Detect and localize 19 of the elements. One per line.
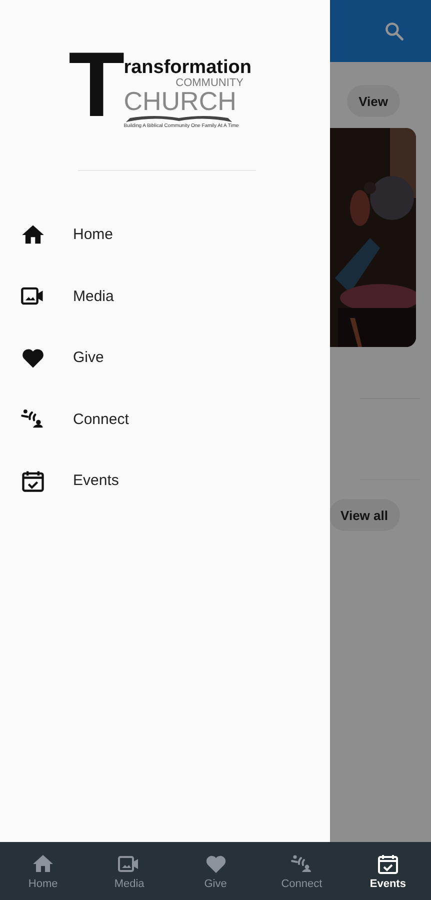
view-button[interactable]: View bbox=[346, 85, 400, 117]
drawer-item[interactable]: Connect bbox=[0, 388, 330, 450]
calendar-check-icon bbox=[376, 852, 400, 876]
logo-word: ransformation bbox=[124, 58, 252, 78]
nav-tab[interactable]: Events bbox=[344, 842, 431, 900]
nav-tab[interactable]: Home bbox=[0, 842, 86, 900]
logo-letter: T bbox=[68, 46, 123, 124]
search-icon[interactable] bbox=[383, 20, 405, 42]
view-all-button[interactable]: View all bbox=[328, 499, 400, 531]
nav-tab[interactable]: Give bbox=[172, 842, 259, 900]
drawer-item[interactable]: Give bbox=[0, 327, 330, 388]
logo-subtitle: COMMUNITY bbox=[176, 78, 244, 89]
drawer-item[interactable]: Home bbox=[0, 204, 330, 266]
nav-tab[interactable]: Media bbox=[86, 842, 172, 900]
drawer-item[interactable]: Events bbox=[0, 450, 330, 512]
nav-tab[interactable]: Connect bbox=[258, 842, 345, 900]
logo-name: CHURCH bbox=[124, 89, 236, 113]
open-book-icon bbox=[124, 115, 234, 123]
drawer-item[interactable]: Media bbox=[0, 266, 330, 327]
